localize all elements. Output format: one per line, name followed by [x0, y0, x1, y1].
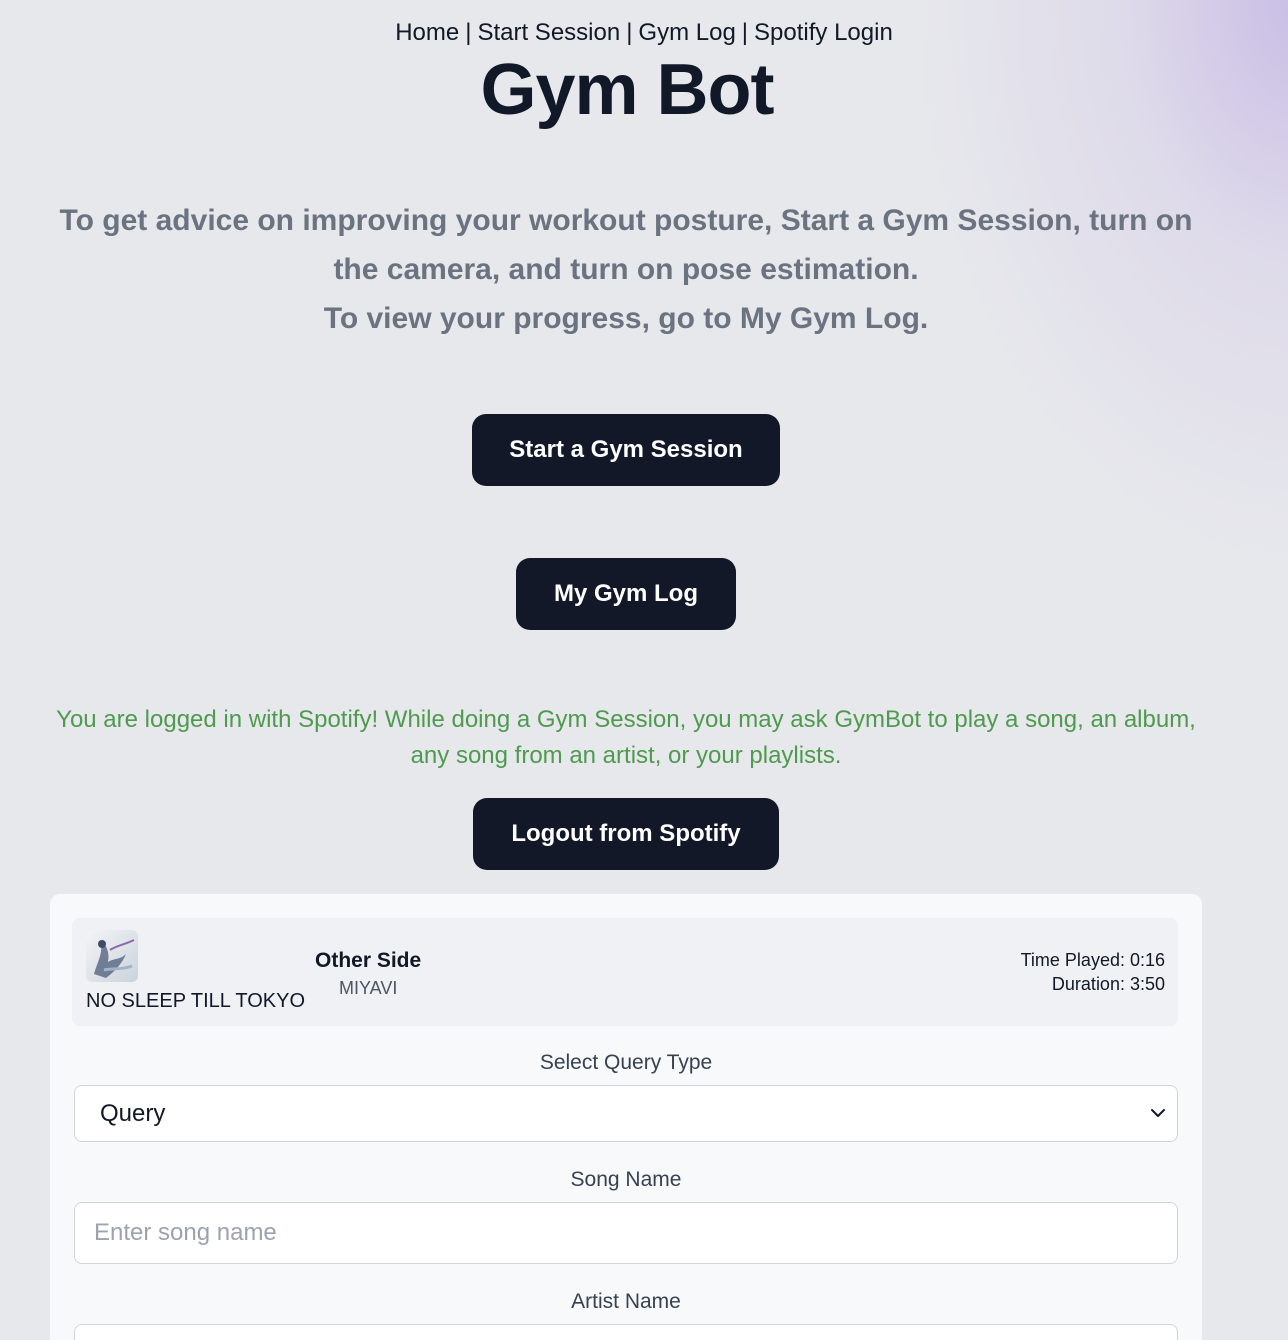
- chevron-down-icon: [1151, 1109, 1165, 1117]
- spotify-status-message: You are logged in with Spotify! While do…: [56, 706, 1196, 769]
- song-title: Other Side: [315, 949, 422, 972]
- my-gym-log-button[interactable]: My Gym Log: [516, 558, 736, 630]
- artist-name: MIYAVI: [339, 978, 398, 998]
- album-art-image: [86, 930, 138, 982]
- query-type-selected-value: Query: [100, 1099, 166, 1127]
- intro-text: To get advice on improving your workout …: [40, 196, 1212, 343]
- top-nav: Home | Start Session | Gym Log | Spotify Login: [0, 16, 1288, 50]
- nav-gym-log-link[interactable]: Gym Log: [638, 19, 735, 46]
- time-played: Time Played: 0:16: [1020, 950, 1165, 970]
- nav-separator: |: [626, 19, 633, 46]
- album-name: NO SLEEP TILL TOKYO: [86, 990, 305, 1012]
- spotify-panel: NO SLEEP TILL TOKYO Other Side MIYAVI Ti…: [50, 894, 1202, 1340]
- duration: Duration: 3:50: [1051, 974, 1165, 994]
- nav-home-link[interactable]: Home: [395, 19, 459, 46]
- start-gym-session-button[interactable]: Start a Gym Session: [472, 414, 780, 486]
- query-type-label: Select Query Type: [539, 1051, 713, 1074]
- query-type-select[interactable]: Query: [74, 1085, 1178, 1142]
- logout-spotify-button[interactable]: Logout from Spotify: [473, 798, 779, 870]
- intro-line-1: To get advice on improving your workout …: [59, 204, 1193, 286]
- song-name-label: Song Name: [570, 1168, 682, 1191]
- nav-spotify-login-link[interactable]: Spotify Login: [754, 19, 893, 46]
- playback-times: Time Played: 0:16 Duration: 3:50: [1021, 948, 1165, 996]
- artist-name-label: Artist Name: [571, 1290, 681, 1313]
- nav-separator: |: [465, 19, 472, 46]
- artist-name-input[interactable]: [74, 1324, 1178, 1340]
- page-title: Gym Bot: [480, 50, 774, 130]
- nav-separator: |: [741, 19, 749, 46]
- now-playing-card: NO SLEEP TILL TOKYO Other Side MIYAVI Ti…: [72, 918, 1178, 1026]
- intro-line-2: To view your progress, go to My Gym Log.: [323, 302, 929, 335]
- nav-start-session-link[interactable]: Start Session: [477, 19, 620, 46]
- song-name-input[interactable]: [74, 1202, 1178, 1264]
